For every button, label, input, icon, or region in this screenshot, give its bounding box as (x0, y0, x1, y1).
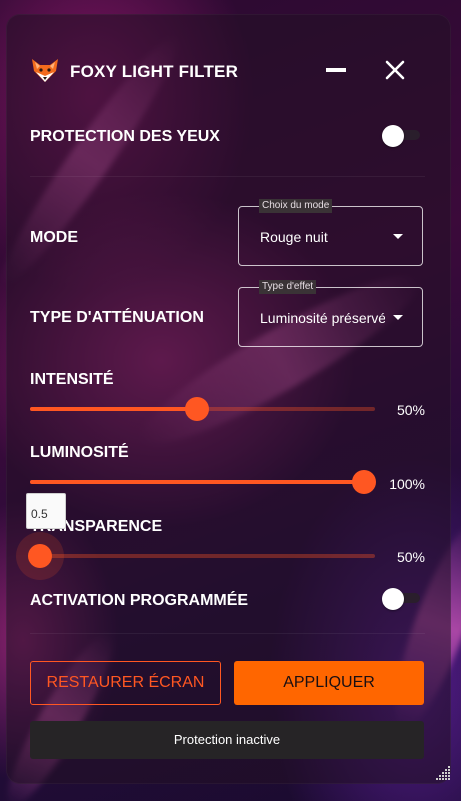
slider-thumb[interactable] (185, 397, 209, 421)
status-bar: Protection inactive (30, 721, 424, 759)
dimming-type-select-value: Luminosité préservée (260, 310, 385, 326)
divider (30, 633, 425, 634)
eye-protection-toggle[interactable] (382, 125, 422, 147)
mode-select-value: Rouge nuit (260, 229, 328, 245)
divider (30, 176, 425, 177)
transparency-value: 50% (396, 549, 425, 565)
brightness-slider[interactable] (30, 470, 376, 494)
transparency-slider[interactable] (16, 532, 375, 580)
mode-select-legend: Choix du mode (259, 199, 333, 213)
apply-button[interactable]: APPLIQUER (234, 661, 424, 705)
fox-logo-icon (32, 59, 58, 82)
close-icon[interactable] (382, 57, 408, 83)
toggle-knob (382, 588, 404, 610)
slider-value-tooltip: 0.5 (26, 493, 66, 529)
slider-thumb[interactable] (352, 470, 376, 494)
slider-thumb[interactable] (28, 544, 52, 568)
app-title: FOXY LIGHT FILTER (70, 62, 239, 81)
mode-select[interactable]: Choix du mode Rouge nuit (238, 199, 423, 266)
intensity-label: INTENSITÉ (30, 371, 114, 388)
slider-rail (30, 554, 375, 558)
minimize-button[interactable] (324, 58, 348, 82)
caret-down-icon (393, 234, 403, 239)
scheduled-activation-label: ACTIVATION PROGRAMMÉE (30, 592, 249, 609)
dimming-type-select-legend: Type d'effet (259, 280, 317, 294)
brightness-label: LUMINOSITÉ (30, 444, 129, 461)
intensity-value: 50% (396, 402, 425, 418)
toggle-knob (382, 125, 404, 147)
dimming-type-label: TYPE D'ATTÉNUATION (30, 309, 204, 326)
slider-fill (30, 407, 197, 411)
brightness-value: 100% (389, 476, 425, 492)
title-bar: FOXY LIGHT FILTER (30, 55, 431, 85)
restore-screen-button[interactable]: RESTAURER ÉCRAN (30, 661, 221, 705)
mode-label: MODE (30, 229, 78, 246)
resize-grip-icon[interactable] (435, 765, 451, 781)
slider-fill (30, 480, 364, 484)
caret-down-icon (393, 315, 403, 320)
eye-protection-label: PROTECTION DES YEUX (30, 128, 220, 145)
scheduled-activation-toggle[interactable] (382, 588, 422, 610)
intensity-slider[interactable] (30, 397, 375, 421)
dimming-type-select[interactable]: Type d'effet Luminosité préservée (238, 280, 423, 347)
